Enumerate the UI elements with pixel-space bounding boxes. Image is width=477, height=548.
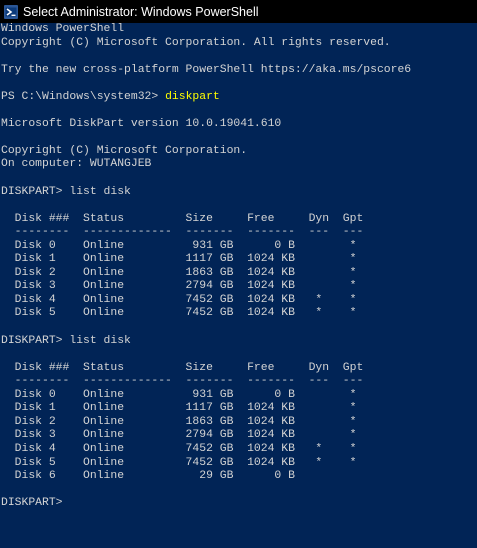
console-line: Microsoft DiskPart version 10.0.19041.61… [1, 117, 282, 130]
console-line: DISKPART> [1, 497, 63, 510]
console-line: Disk 0 Online 931 GB 0 B * [1, 239, 357, 252]
console-line: Disk 2 Online 1863 GB 1024 KB * [1, 415, 357, 428]
console-line: Disk 0 Online 931 GB 0 B * [1, 388, 357, 401]
title-bar[interactable]: Select Administrator: Windows PowerShell [0, 0, 477, 23]
console-line: Disk ### Status Size Free Dyn Gpt [1, 361, 364, 374]
console-line: Disk 4 Online 7452 GB 1024 KB * * [1, 442, 357, 455]
console-line: Disk 6 Online 29 GB 0 B [1, 470, 295, 483]
powershell-icon [4, 4, 18, 19]
console-line: Copyright (C) Microsoft Corporation. [1, 144, 248, 157]
console-command: diskpart [165, 90, 220, 103]
console-output[interactable]: Windows PowerShell Copyright (C) Microsof… [1, 23, 477, 548]
console-line: -------- ------------- ------- ------- -… [1, 375, 364, 388]
console-line: Try the new cross-platform PowerShell ht… [1, 63, 412, 76]
console-line: Disk 1 Online 1117 GB 1024 KB * [1, 402, 357, 415]
console-line: DISKPART> list disk [1, 185, 131, 198]
console-line: Disk 3 Online 2794 GB 1024 KB * [1, 280, 357, 293]
console-line: Disk ### Status Size Free Dyn Gpt [1, 212, 364, 225]
powershell-window: Select Administrator: Windows PowerShell… [0, 0, 477, 548]
console-line: -------- ------------- ------- ------- -… [1, 226, 364, 239]
console-line: Disk 5 Online 7452 GB 1024 KB * * [1, 307, 357, 320]
console-line: Copyright (C) Microsoft Corporation. All… [1, 36, 391, 49]
console-line: PS C:\Windows\system32> diskpart [1, 91, 477, 105]
console-line: Disk 4 Online 7452 GB 1024 KB * * [1, 293, 357, 306]
console-line: DISKPART> list disk [1, 334, 131, 347]
console-prompt: PS C:\Windows\system32> [1, 90, 166, 103]
console-line: Disk 2 Online 1863 GB 1024 KB * [1, 266, 357, 279]
console-line: Disk 5 Online 7452 GB 1024 KB * * [1, 456, 357, 469]
window-title: Select Administrator: Windows PowerShell [23, 4, 259, 19]
console-line: Windows PowerShell [1, 23, 125, 35]
console-line: Disk 1 Online 1117 GB 1024 KB * [1, 253, 357, 266]
console-line: Disk 3 Online 2794 GB 1024 KB * [1, 429, 357, 442]
console-line: On computer: WUTANGJEB [1, 158, 152, 171]
